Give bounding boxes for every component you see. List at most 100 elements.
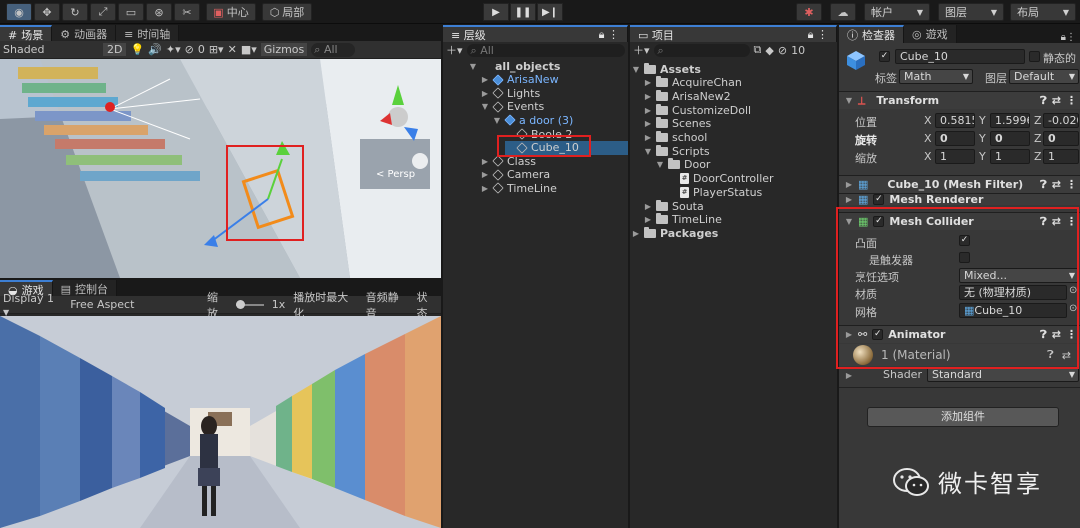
help-icon[interactable]: ❓︎ [1040, 178, 1047, 192]
more-icon[interactable]: ⋮ [1066, 94, 1080, 107]
aspect-dropdown[interactable]: Free Aspect [70, 298, 199, 311]
preset-icon[interactable]: ⇄ [1052, 215, 1061, 228]
object-name-field[interactable]: Cube_10 [895, 49, 1025, 64]
more-icon[interactable]: ⋮ [1066, 215, 1080, 228]
active-checkbox[interactable]: ✓ [879, 51, 890, 62]
tree-item[interactable]: ▼ Assets [632, 62, 701, 76]
tree-item[interactable]: ▶ Souta [644, 199, 704, 213]
view-tool-button[interactable]: ◉ [6, 3, 32, 21]
lock-icon[interactable]: 🔒︎ ⋮ [599, 28, 619, 42]
visibility-icon[interactable]: ⊘ [185, 43, 194, 56]
chevron-right-icon[interactable]: ▶ [632, 229, 640, 238]
preset-icon[interactable]: ⇄ [1052, 328, 1061, 341]
scale-tool-button[interactable]: ⤢ [90, 3, 116, 21]
chevron-right-icon[interactable]: ▶ [644, 78, 652, 87]
rotation-y-field[interactable]: 0 [990, 131, 1030, 146]
tree-item[interactable]: ▼ Scripts [644, 144, 710, 158]
lock-icon[interactable]: 🔒︎ ⋮ [808, 28, 828, 42]
mesh-renderer-checkbox[interactable]: ✓ [873, 194, 885, 205]
mesh-collider-checkbox[interactable]: ✓ [873, 216, 885, 227]
scene-viewport[interactable]: < Persp [0, 59, 441, 278]
game-viewport[interactable] [0, 316, 441, 528]
account-dropdown[interactable]: 帐户 ▼ [864, 3, 930, 21]
tree-item[interactable]: ▶ Camera [481, 168, 550, 182]
shading-dropdown[interactable]: Shaded [3, 43, 99, 56]
tools-icon[interactable]: ✕ [228, 43, 237, 56]
tag-dropdown[interactable]: Math ▼ [899, 69, 973, 84]
tree-item[interactable]: ▶ Packages [632, 226, 718, 240]
lighting-icon[interactable]: 💡 [130, 43, 144, 56]
preset-icon[interactable]: ⇄ [1052, 178, 1061, 191]
rotation-x-field[interactable]: 0 [935, 131, 975, 146]
tree-item[interactable]: ▼ Door [656, 158, 710, 172]
rotation-z-field[interactable]: 0 [1043, 131, 1079, 146]
effects-icon[interactable]: ✦▾ [166, 43, 181, 56]
display-dropdown[interactable]: Display 1 ▼ [3, 292, 62, 318]
project-search-input[interactable]: ⌕ [653, 43, 750, 57]
more-icon[interactable]: ⋮ [1066, 178, 1080, 191]
shader-dropdown[interactable]: Standard ▼ [927, 367, 1079, 382]
step-button[interactable]: ▶❙ [537, 3, 563, 21]
chevron-down-icon[interactable]: ▼ [644, 147, 652, 156]
convex-checkbox[interactable]: ✓ [959, 235, 970, 246]
grid-icon[interactable]: ⊞▾ [209, 43, 224, 56]
mesh-renderer-header[interactable]: ▶ ▦ ✓ Mesh Renderer [839, 193, 1080, 205]
mesh-filter-header[interactable]: ▶ ▦ Cube_10 (Mesh Filter) ❓︎ ⇄ ⋮ [839, 175, 1080, 193]
help-icon[interactable]: ❓︎ [1047, 348, 1054, 362]
tree-item[interactable]: ▼ Events [481, 100, 544, 114]
position-y-field[interactable]: 1.5996 [990, 113, 1030, 128]
chevron-right-icon[interactable]: ▶ [644, 119, 652, 128]
add-object-button[interactable]: ＋▾ [446, 42, 463, 58]
chevron-right-icon[interactable]: ▶ [481, 157, 489, 166]
transform-header[interactable]: ▼ ⟂ Transform ❓︎ ⇄ ⋮ [839, 91, 1080, 109]
tab-inspector[interactable]: ⓘ 检查器 [839, 25, 904, 43]
tree-item[interactable]: # DoorController [668, 172, 774, 186]
chevron-right-icon[interactable]: ▶ [644, 202, 652, 211]
tree-item[interactable]: # PlayerStatus [668, 185, 762, 199]
position-x-field[interactable]: 0.5815 [935, 113, 975, 128]
collab-button[interactable]: ✱ [796, 3, 822, 21]
filter-label-icon[interactable]: ◆ [765, 44, 773, 57]
hidden-packages-icon[interactable]: ⊘ [778, 44, 787, 57]
static-checkbox[interactable] [1029, 51, 1040, 62]
chevron-right-icon[interactable]: ▶ [644, 92, 652, 101]
material-field[interactable]: 无 (物理材质) [959, 285, 1067, 300]
play-button[interactable]: ▶ [483, 3, 509, 21]
add-component-button[interactable]: 添加组件 [867, 407, 1059, 427]
help-icon[interactable]: ❓︎ [1040, 328, 1047, 342]
help-icon[interactable]: ❓︎ [1040, 215, 1047, 229]
filter-type-icon[interactable]: ⧉ [754, 43, 762, 57]
pivot-local-button[interactable]: ⬡ 局部 [262, 3, 312, 21]
custom-tool-button[interactable]: ✂ [174, 3, 200, 21]
tree-item[interactable]: ▶ TimeLine [644, 213, 722, 227]
layout-dropdown[interactable]: 布局 ▼ [1010, 3, 1076, 21]
preset-icon[interactable]: ⇄ [1062, 349, 1080, 362]
tab-project[interactable]: ▭ 项目 🔒︎ ⋮ [630, 25, 837, 43]
hierarchy-search-input[interactable]: ⌕ All [466, 43, 625, 57]
lock-icon[interactable]: 🔒︎⋮ [1061, 32, 1080, 43]
animator-checkbox[interactable]: ✓ [872, 329, 884, 340]
chevron-down-icon[interactable]: ▼ [481, 102, 489, 111]
tree-item[interactable]: ▶ Class [481, 154, 536, 168]
chevron-down-icon[interactable]: ▼ [469, 62, 477, 71]
chevron-right-icon[interactable]: ▶ [644, 106, 652, 115]
chevron-right-icon[interactable]: ▶ [481, 184, 489, 193]
help-icon[interactable]: ❓︎ [1040, 94, 1047, 108]
layer-dropdown[interactable]: Default ▼ [1009, 69, 1079, 84]
position-z-field[interactable]: -0.0206 [1043, 113, 1079, 128]
tab-hierarchy[interactable]: ≡ 层级 🔒︎ ⋮ [443, 25, 628, 43]
pivot-center-button[interactable]: ▣ 中心 [206, 3, 256, 21]
tree-item[interactable]: ▼ all_objects [469, 59, 561, 73]
pause-button[interactable]: ❚❚ [510, 3, 536, 21]
scale-y-field[interactable]: 1 [990, 149, 1030, 164]
material-header[interactable]: 1 (Material) ❓︎ ⇄ [839, 344, 1080, 366]
trigger-checkbox[interactable] [959, 252, 970, 263]
preset-icon[interactable]: ⇄ [1052, 94, 1061, 107]
camera-icon[interactable]: ■▾ [241, 43, 257, 56]
tree-item[interactable]: ▼ a door (3) [493, 113, 573, 127]
tree-item[interactable]: ▶ Lights [481, 86, 540, 100]
more-icon[interactable]: ⋮ [1066, 328, 1080, 341]
tree-item[interactable]: ▶ school [644, 131, 707, 145]
cloud-button[interactable]: ☁ [830, 3, 856, 21]
create-asset-button[interactable]: ＋▾ [633, 42, 650, 58]
